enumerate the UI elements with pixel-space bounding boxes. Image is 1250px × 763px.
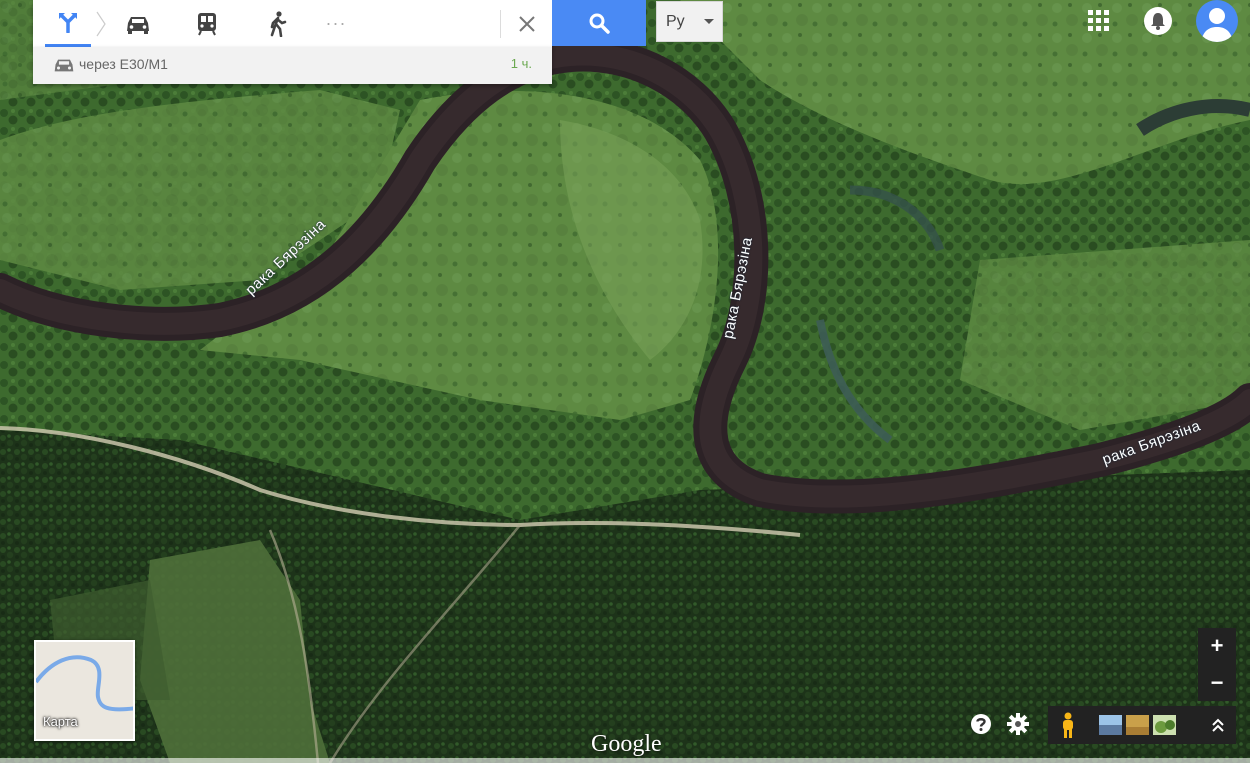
bell-icon	[1151, 13, 1165, 30]
directions-icon	[59, 13, 77, 33]
close-icon	[519, 15, 535, 32]
avatar[interactable]	[1196, 0, 1238, 42]
walk-mode-button[interactable]	[255, 0, 301, 47]
apps-grid-icon[interactable]	[1087, 9, 1111, 33]
car-icon	[54, 59, 74, 72]
language-label: Ру	[666, 12, 685, 30]
chevron-right-icon	[96, 11, 106, 37]
zoom-out-button[interactable]: −	[1198, 665, 1236, 701]
car-icon	[127, 16, 149, 34]
chevron-up-double-icon[interactable]	[1210, 715, 1226, 735]
google-logo: Google	[591, 731, 662, 757]
walk-icon	[270, 10, 287, 37]
zoom-in-button[interactable]: +	[1198, 628, 1236, 664]
more-options-button[interactable]: ···	[313, 0, 359, 47]
transit-mode-button[interactable]	[184, 0, 230, 47]
gear-icon[interactable]	[1006, 712, 1030, 736]
minimap-label: Карта	[43, 714, 78, 729]
photo-thumbnail[interactable]	[1153, 715, 1176, 735]
photo-thumbnail[interactable]	[1099, 715, 1122, 735]
transit-icon	[198, 12, 216, 35]
notifications-button[interactable]	[1144, 7, 1172, 35]
route-duration: 1 ч.	[510, 56, 532, 71]
search-icon	[589, 13, 610, 34]
map-type-toggle[interactable]: Карта	[34, 640, 135, 741]
satellite-map[interactable]	[0, 0, 1250, 763]
imagery-strip	[1048, 706, 1236, 744]
directions-panel: ··· через E30/M1 1 ч.	[33, 0, 552, 85]
attribution-bar	[0, 758, 1250, 763]
photo-thumbnail[interactable]	[1126, 715, 1149, 735]
search-button[interactable]	[552, 0, 646, 46]
pegman-icon[interactable]	[1060, 712, 1076, 739]
directions-mode-button[interactable]	[45, 0, 91, 47]
help-icon[interactable]	[970, 713, 992, 735]
travel-mode-bar: ···	[33, 0, 552, 47]
user-icon	[1201, 8, 1233, 42]
language-dropdown[interactable]: Ру	[656, 1, 723, 42]
divider	[500, 10, 501, 38]
route-via-label: через E30/M1	[79, 56, 168, 72]
chevron-down-icon	[704, 19, 714, 24]
car-mode-button[interactable]	[115, 0, 161, 47]
route-option[interactable]: через E30/M1 1 ч.	[33, 47, 552, 84]
zoom-control: + −	[1198, 628, 1236, 701]
close-button[interactable]	[504, 0, 550, 47]
